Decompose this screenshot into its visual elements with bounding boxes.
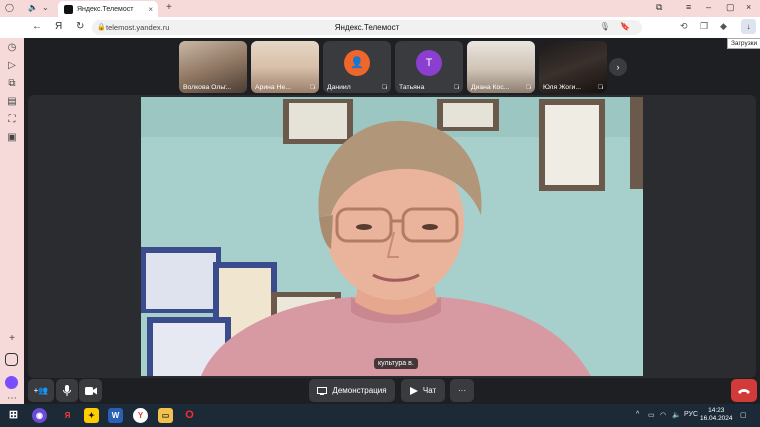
address-bar[interactable]: 🔒 telemost.yandex.ru Яндекс.Телемост 🎙 🔖 [92,20,642,35]
mic-muted-icon: 🎙̸ [597,84,603,91]
volume-icon[interactable]: 🔈 [672,411,681,419]
microphone-icon [63,385,71,396]
participant-tile[interactable]: Т Татьяна 🎙̸ [395,41,463,93]
speaker-video [141,97,643,376]
tab-title: Яндекс.Телемост [77,5,134,13]
mic-muted-icon: 🎙̸ [525,84,531,91]
extension-icon[interactable]: ⟲ [680,21,688,32]
yandex-market-taskbar-icon[interactable]: ✦ [84,408,99,423]
participant-tile[interactable]: 👤 Даниил 🎙̸ [323,41,391,93]
participant-name: Татьяна [399,84,425,91]
windows-taskbar: ⊞ ◉ Я ✦ W Y ▭ O ^ ▭ ◠ 🔈 РУС 14:23 16.04.… [0,404,760,427]
add-panel-icon[interactable]: + [6,333,18,345]
close-window-icon[interactable]: × [746,2,751,12]
chat-send-icon [409,386,418,395]
add-participant-button[interactable]: +👥 [28,379,54,402]
chat-label: Чат [422,386,437,395]
main-stage: культура в. [28,95,756,378]
notifications-icon[interactable]: ▢ [740,411,747,419]
next-participants-button[interactable]: › [609,58,627,76]
alice-assistant-icon[interactable] [5,376,18,389]
downloads-icon[interactable]: ↓ [741,19,756,34]
telemost-favicon-icon [64,4,73,14]
call-controls: +👥 Демонстрация Чат ··· [24,378,760,404]
yandex-taskbar-icon[interactable]: Y [133,408,148,423]
add-user-icon: +👥 [33,386,49,395]
tab-menu-icon[interactable]: ⌄ [42,3,49,12]
tabs-list-icon[interactable]: ⧉ [656,2,662,13]
alice-taskbar-icon[interactable]: ◉ [32,408,47,423]
mic-muted-icon: 🎙̸ [381,84,387,91]
address-actions-icon[interactable]: 🎙 🔖 [600,22,634,31]
pages-icon[interactable]: ⧉ [6,78,18,90]
file-explorer-taskbar-icon[interactable]: ▭ [158,408,173,423]
windows-start-icon[interactable]: ⊞ [6,408,21,423]
yandex-browser-taskbar-icon[interactable]: Я [60,408,75,423]
browser-side-panel: ◷ ▷ ⧉ ▤ ⛶ ▣ + ⋯ [0,38,24,404]
opera-taskbar-icon[interactable]: O [182,408,197,423]
sound-icon[interactable]: 🔈 [28,3,38,12]
maximize-icon[interactable]: ▢ [726,2,735,13]
participant-tile[interactable]: Юля Жоги... 🎙̸ [539,41,607,93]
word-taskbar-icon[interactable]: W [108,408,123,423]
camera-icon [84,386,97,395]
menu-icon[interactable]: ≡ [686,2,691,12]
back-icon[interactable]: ← [32,21,42,32]
screen-share-label: Демонстрация [332,386,387,395]
clock-time: 14:23 [708,407,725,414]
participant-name: Даниил [327,84,351,91]
address-row: ← Я ↻ 🔒 telemost.yandex.ru Яндекс.Телемо… [0,17,760,38]
participant-tile[interactable]: Волкова Ольг... [179,41,247,93]
profile-icon[interactable]: ◯ [5,3,14,12]
camera-button[interactable] [79,379,102,402]
instagram-icon[interactable] [5,353,18,366]
mic-muted-icon: 🎙̸ [309,84,315,91]
hang-up-button[interactable] [731,379,757,402]
participant-avatar: Т [416,50,442,76]
participant-name: Диана Кос... [471,84,510,91]
language-indicator[interactable]: РУС [684,411,698,418]
participant-tile[interactable]: Диана Кос... 🎙̸ [467,41,535,93]
minimize-icon[interactable]: – [706,2,711,12]
participant-name: Арина Не... [255,84,291,91]
system-clock[interactable]: 14:23 16.04.2024 [700,407,733,423]
tab-telemost[interactable]: Яндекс.Телемост × [58,1,158,17]
play-icon[interactable]: ▷ [6,60,18,72]
close-tab-icon[interactable]: × [148,5,153,14]
badge-icon[interactable]: ▣ [6,132,18,144]
browser-tab-strip: ◯ 🔈 ⌄ Яндекс.Телемост × + ⧉ ≡ – ▢ × [0,0,760,17]
person-avatar-icon: 👤 [344,50,370,76]
telemost-app: Волкова Ольг... Арина Не... 🎙̸ 👤 Даниил 🎙̸… [24,38,760,404]
speaker-name-label: культура в. [374,358,418,369]
screen-share-button[interactable]: Демонстрация [309,379,395,402]
page-title: Яндекс.Телемост [334,23,400,32]
participant-tile[interactable]: Арина Не... 🎙̸ [251,41,319,93]
collections-icon[interactable]: ❐ [700,21,708,32]
more-options-button[interactable]: ··· [450,379,474,402]
grid-icon[interactable]: ▤ [6,96,18,108]
screen: ◯ 🔈 ⌄ Яндекс.Телемост × + ⧉ ≡ – ▢ × ← Я … [0,0,760,427]
speaker-video-frame [141,97,643,376]
chat-button[interactable]: Чат [401,379,445,402]
phone-hangup-icon [738,388,750,394]
screenshot-icon[interactable]: ⛶ [6,114,18,126]
screen-share-icon [317,386,328,395]
participant-name: Юля Жоги... [543,84,582,91]
network-icon[interactable]: ▭ [648,411,655,419]
downloads-tooltip: Загрузки [727,38,760,49]
clock-date: 16.04.2024 [700,415,733,422]
yandex-icon[interactable]: Я [55,21,62,32]
participant-name: Волкова Ольг... [183,84,232,91]
new-tab-button[interactable]: + [166,2,172,13]
history-icon[interactable]: ◷ [6,42,18,54]
microphone-button[interactable] [56,379,78,402]
mic-muted-icon: 🎙̸ [453,84,459,91]
reload-icon[interactable]: ↻ [76,21,84,32]
wifi-icon[interactable]: ◠ [660,411,666,419]
extension2-icon[interactable]: ◆ [720,21,727,32]
tray-chevron-icon[interactable]: ^ [636,411,639,418]
more-dots-icon: ··· [458,386,466,395]
